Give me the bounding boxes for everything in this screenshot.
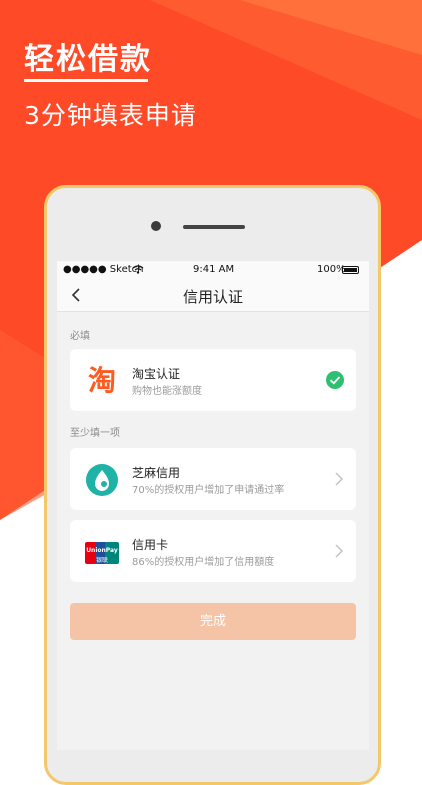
app-screen: ●●●●● Sketch 9:41 AM 100% 信用认证 必填 淘 淘宝认证… <box>57 261 369 750</box>
chevron-right-icon <box>335 472 344 486</box>
promo-divider <box>24 79 148 82</box>
page-title: 信用认证 <box>182 288 243 306</box>
taobao-icon: 淘 <box>87 364 116 397</box>
camera-icon <box>151 221 161 231</box>
status-bar: ●●●●● Sketch 9:41 AM 100% <box>57 261 369 279</box>
taobao-title: 淘宝认证 <box>132 367 181 381</box>
zhima-title: 芝麻信用 <box>132 466 181 480</box>
taobao-subtitle: 购物也能涨额度 <box>132 386 202 397</box>
battery-icon <box>342 266 359 274</box>
credit-card-title: 信用卡 <box>132 538 169 552</box>
zhima-credit-card[interactable]: 芝麻信用 70%的授权用户增加了申请通过率 <box>70 448 356 510</box>
taobao-auth-card[interactable]: 淘 淘宝认证 购物也能涨额度 <box>70 349 356 411</box>
nav-bar: 信用认证 <box>57 279 369 312</box>
done-button[interactable]: 完成 <box>70 603 356 640</box>
zhima-icon <box>86 464 118 496</box>
promo-headline: 轻松借款 <box>24 42 152 77</box>
zhima-subtitle: 70%的授权用户增加了申请通过率 <box>132 485 285 496</box>
speaker-grille <box>183 225 245 229</box>
verified-check-icon <box>326 371 344 389</box>
unionpay-logo-text: UnionPay <box>86 547 118 554</box>
status-time: 9:41 AM <box>193 264 235 275</box>
required-section-label: 必填 <box>70 331 90 342</box>
credit-card-subtitle: 86%的授权用户增加了信用額度 <box>132 557 275 568</box>
optional-section-label: 至少填一项 <box>70 428 120 439</box>
unionpay-logo-cn: 银联 <box>95 557 108 564</box>
chevron-right-icon <box>335 544 344 558</box>
credit-card-card[interactable]: UnionPay 银联 信用卡 86%的授权用户增加了信用額度 <box>70 520 356 582</box>
promo-subline: 3分钟填表申请 <box>24 101 197 130</box>
wifi-icon <box>132 265 144 274</box>
